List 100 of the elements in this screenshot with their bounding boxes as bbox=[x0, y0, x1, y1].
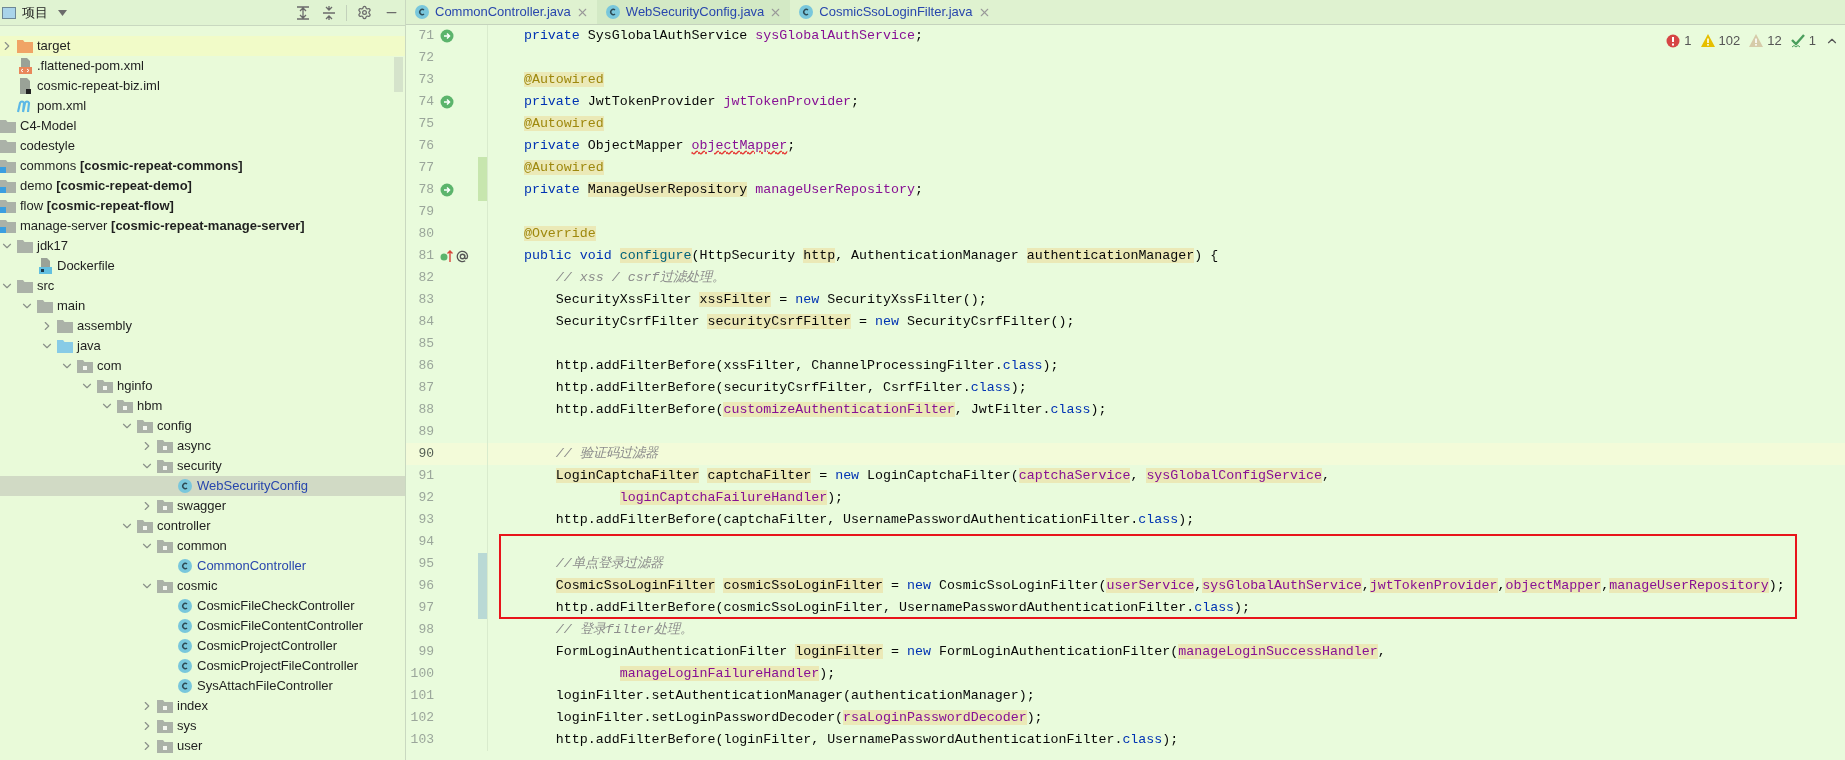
warning-icon[interactable] bbox=[1700, 34, 1715, 48]
line-number: 82 bbox=[417, 269, 434, 288]
tree-item[interactable]: assembly bbox=[0, 316, 405, 336]
problem-count[interactable]: 102 bbox=[1718, 31, 1741, 51]
class-icon bbox=[177, 598, 193, 614]
tree-item[interactable]: common bbox=[0, 536, 405, 556]
package-icon bbox=[137, 519, 153, 533]
editor-tab[interactable]: CosmicSsoLoginFilter.java bbox=[790, 0, 999, 24]
tree-item[interactable]: CosmicFileCheckController bbox=[0, 596, 405, 616]
at-sign-icon[interactable] bbox=[456, 249, 469, 263]
line-number: 97 bbox=[417, 599, 434, 618]
tree-item[interactable]: CommonController bbox=[0, 556, 405, 576]
package-icon bbox=[157, 579, 173, 593]
tree-item[interactable]: com bbox=[0, 356, 405, 376]
tree-item[interactable]: swagger bbox=[0, 496, 405, 516]
tree-item[interactable]: CosmicProjectController bbox=[0, 636, 405, 656]
line-number: 71 bbox=[417, 27, 434, 46]
panel-title[interactable]: 项目 bbox=[22, 2, 48, 23]
tree-item[interactable]: index bbox=[0, 696, 405, 716]
tree-item[interactable]: pom.xml bbox=[0, 96, 405, 116]
tree-item[interactable]: src bbox=[0, 276, 405, 296]
tree-item[interactable]: WebSecurityConfig bbox=[0, 476, 405, 496]
collapse-all-icon[interactable] bbox=[322, 5, 336, 20]
package-icon bbox=[97, 379, 113, 393]
problem-count[interactable]: 1 bbox=[1684, 31, 1692, 51]
tree-item[interactable]: manage-server [cosmic-repeat-manage-server] bbox=[0, 216, 405, 236]
class-icon bbox=[177, 478, 193, 494]
line-number: 100 bbox=[409, 665, 434, 684]
bean-icon[interactable] bbox=[440, 183, 454, 197]
tree-item[interactable]: hginfo bbox=[0, 376, 405, 396]
editor-tab[interactable]: WebSecurityConfig.java bbox=[596, 0, 791, 24]
tree-item[interactable]: java bbox=[0, 336, 405, 356]
package-icon bbox=[157, 739, 173, 753]
package-icon bbox=[157, 699, 173, 713]
package-icon bbox=[157, 539, 173, 553]
override-icon[interactable] bbox=[440, 249, 454, 263]
caret-down-icon[interactable] bbox=[58, 9, 67, 16]
file-icon bbox=[17, 78, 33, 94]
tree-item[interactable]: controller bbox=[0, 516, 405, 536]
tree-item[interactable]: codestyle bbox=[0, 136, 405, 156]
error-icon[interactable] bbox=[1666, 33, 1681, 48]
change-marker[interactable] bbox=[478, 157, 487, 179]
module-icon bbox=[0, 199, 16, 213]
change-marker[interactable] bbox=[478, 553, 487, 575]
tree-item[interactable]: sys bbox=[0, 716, 405, 736]
xml-file-icon bbox=[17, 58, 33, 74]
tree-item[interactable]: C4-Model bbox=[0, 116, 405, 136]
settings-icon[interactable] bbox=[357, 5, 372, 20]
warning-icon[interactable] bbox=[1749, 34, 1764, 48]
line-number: 77 bbox=[417, 159, 434, 178]
tree-item[interactable]: main bbox=[0, 296, 405, 316]
module-icon bbox=[0, 159, 16, 173]
module-icon bbox=[0, 179, 16, 193]
line-number: 75 bbox=[417, 115, 434, 134]
class-icon bbox=[177, 678, 193, 694]
tree-item[interactable]: jdk17 bbox=[0, 236, 405, 256]
line-number: 99 bbox=[417, 643, 434, 662]
change-marker[interactable] bbox=[478, 597, 487, 619]
scrollbar-thumb[interactable] bbox=[394, 57, 403, 92]
code-line: http.addFilterBefore(customizeAuthenticationFilter, JwtFilter.class); bbox=[554, 401, 1107, 419]
bean-icon[interactable] bbox=[440, 29, 454, 43]
tree-item[interactable]: config bbox=[0, 416, 405, 436]
tree-item[interactable]: CosmicProjectFileController bbox=[0, 656, 405, 676]
tree-item[interactable]: commons [cosmic-repeat-commons] bbox=[0, 156, 405, 176]
tree-item[interactable]: security bbox=[0, 456, 405, 476]
package-icon bbox=[77, 359, 93, 373]
tree-item[interactable]: demo [cosmic-repeat-demo] bbox=[0, 176, 405, 196]
class-icon bbox=[798, 4, 815, 20]
bean-icon[interactable] bbox=[440, 95, 454, 109]
tree-item[interactable]: flow [cosmic-repeat-flow] bbox=[0, 196, 405, 216]
tree-item[interactable]: CosmicFileContentController bbox=[0, 616, 405, 636]
tree-item[interactable]: async bbox=[0, 436, 405, 456]
tree-item[interactable]: target bbox=[0, 36, 405, 56]
line-number: 73 bbox=[417, 71, 434, 90]
folder-icon bbox=[17, 279, 33, 293]
change-marker[interactable] bbox=[478, 179, 487, 201]
check-icon[interactable] bbox=[1790, 33, 1805, 48]
tree-item[interactable]: Dockerfile bbox=[0, 256, 405, 276]
tree-item[interactable]: .flattened-pom.xml bbox=[0, 56, 405, 76]
code-line: loginFilter.setLoginPasswordDecoder(rsaLoginPasswordDecoder); bbox=[554, 709, 1043, 727]
tree-item[interactable]: SysAttachFileController bbox=[0, 676, 405, 696]
code-line: // xss / csrf过滤处理。 bbox=[554, 269, 725, 287]
problem-count[interactable]: 12 bbox=[1767, 31, 1782, 51]
code-line: private JwtTokenProvider jwtTokenProvider; bbox=[522, 93, 860, 111]
expand-all-icon[interactable] bbox=[296, 5, 310, 20]
tree-item[interactable]: hbm bbox=[0, 396, 405, 416]
code-line: // 登录filter处理。 bbox=[554, 621, 693, 639]
editor-tab[interactable]: CommonController.java bbox=[406, 0, 597, 24]
line-number: 93 bbox=[417, 511, 434, 530]
package-icon bbox=[117, 399, 133, 413]
line-number: 74 bbox=[417, 93, 434, 112]
tree-item[interactable]: cosmic bbox=[0, 576, 405, 596]
tree-item[interactable]: user bbox=[0, 736, 405, 756]
class-icon bbox=[604, 4, 621, 20]
class-icon bbox=[177, 558, 193, 574]
problem-count[interactable]: 1 bbox=[1808, 31, 1816, 51]
line-number: 79 bbox=[417, 203, 434, 222]
m-icon bbox=[17, 99, 33, 113]
code-line: http.addFilterBefore(captchaFilter, UsernamePasswordAuthenticationFilter.class); bbox=[554, 511, 1195, 529]
tree-item[interactable]: cosmic-repeat-biz.iml bbox=[0, 76, 405, 96]
